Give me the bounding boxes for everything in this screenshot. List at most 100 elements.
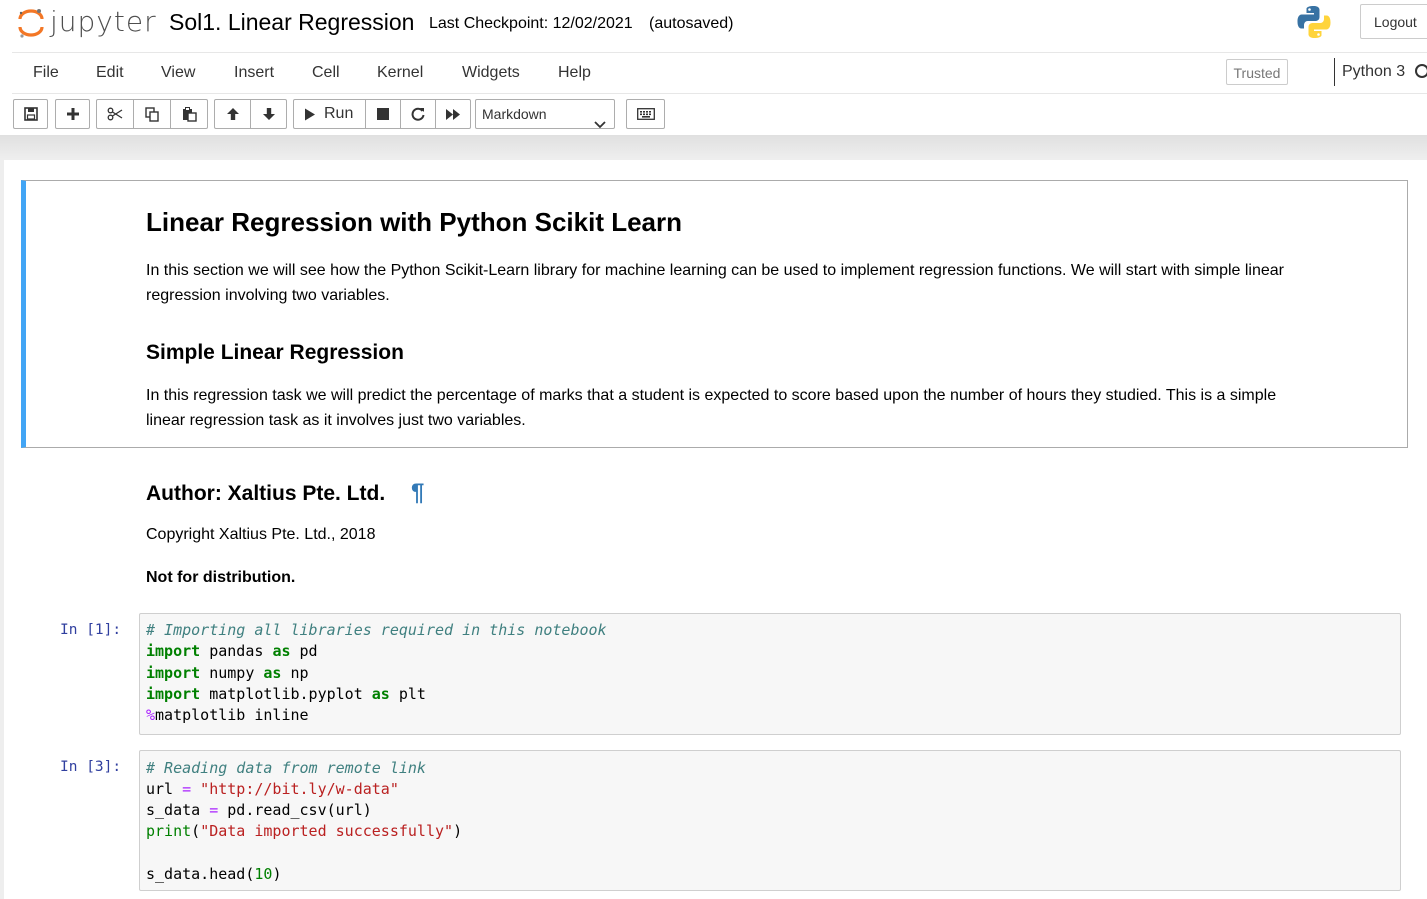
autosave-status: (autosaved) bbox=[649, 15, 734, 32]
menu-kernel[interactable]: Kernel bbox=[377, 64, 423, 82]
run-icon bbox=[305, 108, 315, 120]
code-text: numpy bbox=[200, 664, 264, 682]
code-line: # Importing all libraries required in th… bbox=[146, 621, 607, 639]
code-line: url = "http://bit.ly/w-data" bbox=[146, 780, 399, 798]
copyright-text: Copyright Xaltius Pte. Ltd., 2018 bbox=[146, 526, 376, 543]
input-prompt: In [1]: bbox=[60, 622, 122, 638]
code-text: matplotlib.pyplot bbox=[200, 685, 372, 703]
cell-subheading: Simple Linear Regression bbox=[146, 341, 404, 364]
code-text: pandas bbox=[200, 642, 273, 660]
jupyter-logo-icon bbox=[18, 7, 44, 38]
chevron-down-icon bbox=[594, 110, 606, 138]
code-text: ) bbox=[272, 865, 282, 883]
anchor-link[interactable]: ¶ bbox=[411, 479, 424, 506]
code-line: import numpy as np bbox=[146, 664, 309, 682]
code-line: s_data = pd.read_csv(url) bbox=[146, 801, 372, 819]
arrow-down-icon bbox=[262, 108, 275, 120]
jupyter-logo[interactable]: jupyter bbox=[18, 5, 157, 38]
code-line: %matplotlib inline bbox=[146, 706, 309, 724]
stop-icon bbox=[377, 108, 389, 120]
cell-paragraph-line: In this section we will see how the Pyth… bbox=[146, 262, 1284, 279]
kernel-idle-icon bbox=[1415, 64, 1427, 78]
menu-widgets[interactable]: Widgets bbox=[462, 64, 520, 82]
interrupt-button[interactable] bbox=[365, 99, 401, 129]
code-keyword: as bbox=[272, 642, 291, 660]
menu-help[interactable]: Help bbox=[558, 64, 591, 82]
code-text: pd bbox=[290, 642, 318, 660]
code-keyword: import bbox=[146, 664, 201, 682]
code-string: "http://bit.ly/w-data" bbox=[191, 780, 399, 798]
code-text: matplotlib inline bbox=[155, 706, 309, 724]
code-text: ) bbox=[453, 822, 463, 840]
logo-wordmark: jupyter bbox=[50, 5, 157, 38]
code-cell[interactable]: # Reading data from remote link url = "h… bbox=[139, 750, 1401, 891]
code-text: url bbox=[146, 780, 183, 798]
run-button[interactable]: Run bbox=[293, 99, 366, 129]
code-keyword: as bbox=[371, 685, 390, 703]
python-logo-icon bbox=[1296, 4, 1332, 40]
code-text: s_data bbox=[146, 801, 210, 819]
copy-button[interactable] bbox=[133, 99, 171, 129]
code-line: # Reading data from remote link bbox=[146, 759, 426, 777]
distribution-notice: Not for distribution. bbox=[146, 569, 296, 586]
cell-paragraph-line: linear regression task as it involves ju… bbox=[146, 412, 526, 429]
code-builtin: print bbox=[146, 822, 192, 840]
save-icon bbox=[23, 107, 38, 121]
paste-button[interactable] bbox=[170, 99, 208, 129]
menu-insert[interactable]: Insert bbox=[234, 64, 274, 82]
menu-cell[interactable]: Cell bbox=[312, 64, 340, 82]
code-line: import matplotlib.pyplot as plt bbox=[146, 685, 426, 703]
code-line: s_data.head(10) bbox=[146, 865, 281, 883]
menu-edit[interactable]: Edit bbox=[96, 64, 124, 82]
notebook-title[interactable]: Sol1. Linear Regression bbox=[169, 9, 414, 36]
kernel-name: Python 3 bbox=[1334, 58, 1405, 86]
author-heading: Author: Xaltius Pte. Ltd. ¶ bbox=[146, 480, 424, 506]
code-text: pd.read_csv(url) bbox=[218, 801, 372, 819]
move-down-button[interactable] bbox=[250, 99, 287, 129]
restart-run-all-button[interactable] bbox=[435, 99, 471, 129]
menubar: File Edit View Insert Cell Kernel Widget… bbox=[12, 52, 1427, 94]
cut-icon bbox=[107, 107, 123, 121]
cut-button[interactable] bbox=[96, 99, 134, 129]
arrow-up-icon bbox=[226, 108, 239, 120]
keyboard-icon bbox=[636, 108, 655, 120]
save-button[interactable] bbox=[13, 99, 48, 129]
code-text: plt bbox=[389, 685, 426, 703]
cell-paragraph-line: regression involving two variables. bbox=[146, 287, 390, 304]
cell-type-select[interactable]: Markdown bbox=[475, 99, 615, 129]
plus-icon bbox=[66, 108, 79, 120]
code-string: "Data imported successfully" bbox=[200, 822, 454, 840]
insert-cell-button[interactable] bbox=[55, 99, 90, 129]
code-line: print("Data imported successfully") bbox=[146, 822, 462, 840]
paste-icon bbox=[182, 106, 197, 122]
code-keyword: import bbox=[146, 685, 201, 703]
restart-button[interactable] bbox=[400, 99, 436, 129]
move-up-button[interactable] bbox=[214, 99, 251, 129]
cell-type-value: Markdown bbox=[482, 106, 547, 122]
fast-forward-icon bbox=[446, 108, 460, 120]
code-comment: # Reading data from remote link bbox=[146, 759, 426, 777]
code-keyword: as bbox=[263, 664, 282, 682]
menu-file[interactable]: File bbox=[33, 64, 59, 82]
code-operator: = bbox=[182, 780, 192, 798]
logout-button[interactable]: Logout bbox=[1360, 4, 1427, 39]
code-keyword: import bbox=[146, 642, 201, 660]
code-cell[interactable]: # Importing all libraries required in th… bbox=[139, 613, 1401, 735]
menu-view[interactable]: View bbox=[161, 64, 195, 82]
header: jupyter Sol1. Linear Regression Last Che… bbox=[0, 0, 1427, 135]
input-prompt: In [3]: bbox=[60, 759, 122, 775]
restart-icon bbox=[411, 107, 425, 121]
checkpoint-status: Last Checkpoint: 12/02/2021 bbox=[429, 15, 633, 32]
run-label: Run bbox=[324, 105, 354, 122]
code-line: import pandas as pd bbox=[146, 642, 318, 660]
header-shadow bbox=[0, 135, 1427, 159]
trusted-indicator[interactable]: Trusted bbox=[1226, 59, 1288, 85]
code-text: ( bbox=[191, 822, 201, 840]
command-palette-button[interactable] bbox=[626, 99, 665, 129]
code-text: np bbox=[281, 664, 309, 682]
cell-paragraph-line: In this regression task we will predict … bbox=[146, 387, 1277, 404]
code-operator: = bbox=[209, 801, 219, 819]
cell-heading: Linear Regression with Python Scikit Lea… bbox=[146, 207, 683, 237]
code-comment: # Importing all libraries required in th… bbox=[146, 621, 607, 639]
code-text: s_data.head( bbox=[146, 865, 255, 883]
